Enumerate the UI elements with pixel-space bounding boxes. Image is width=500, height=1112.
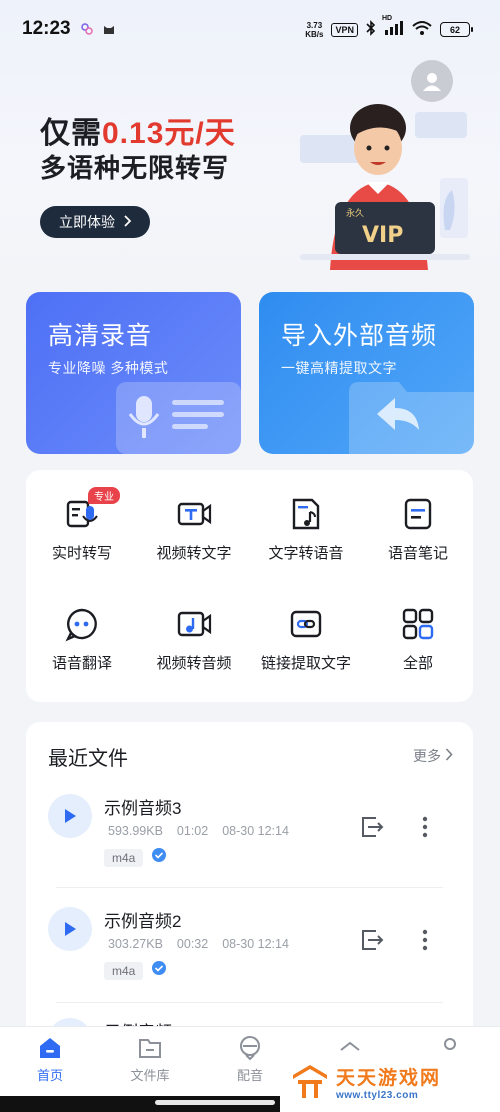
file-date: 08-30 12:14 <box>222 937 289 951</box>
file-date: 08-30 12:14 <box>222 824 289 838</box>
play-icon <box>65 922 76 936</box>
tools-grid: 专业 实时转写 视频转文字 文字转语音 语音笔记 语音翻译 视频转音频 链接提取… <box>26 470 473 702</box>
import-folder-icon <box>349 382 474 454</box>
video-to-text-icon <box>176 496 212 532</box>
file-name: 示例音频3 <box>104 799 182 818</box>
recent-files-section: 最近文件 更多 示例音频3 593.99KB 01:02 08-30 12:14… <box>26 722 473 1042</box>
more-link[interactable]: 更多 <box>413 746 453 766</box>
pro-badge: 专业 <box>88 487 120 504</box>
file-size: 303.27KB <box>108 937 163 951</box>
nav-home[interactable]: 首页 <box>15 1035 85 1084</box>
import-audio-card[interactable]: 导入外部音频 一键高精提取文字 <box>259 292 474 454</box>
tool-video-to-text[interactable]: 视频转文字 <box>138 470 250 562</box>
file-format-tag: m4a <box>104 848 144 867</box>
play-icon <box>65 809 76 823</box>
try-now-button[interactable]: 立即体验 <box>40 206 150 238</box>
video-to-audio-icon <box>176 606 212 642</box>
watermark-url: www.ttyl23.com <box>336 1090 419 1101</box>
svg-text:永久: 永久 <box>346 207 364 219</box>
file-meta: 593.99KB 01:02 08-30 12:14 <box>108 824 289 838</box>
promo-headline: 仅需0.13元/天 <box>40 117 236 150</box>
app-notification-icon <box>80 22 94 36</box>
text-to-speech-icon <box>288 496 324 532</box>
vip-illustration: 永久 VIP <box>290 90 500 270</box>
tool-link-extract[interactable]: 链接提取文字 <box>250 580 362 672</box>
link-extract-icon <box>288 606 324 642</box>
promo-banner[interactable]: 12:23 3.73 KB/s VPN HD 62 仅需0.13元/天 多语种无… <box>0 0 500 290</box>
voice-translate-icon <box>64 606 100 642</box>
file-meta: 303.27KB 00:32 08-30 12:14 <box>108 937 289 951</box>
bluetooth-icon <box>366 20 376 39</box>
microphone-icon <box>116 382 241 454</box>
file-name: 示例音频2 <box>104 912 182 931</box>
file-duration: 01:02 <box>176 824 209 838</box>
divider <box>56 1002 443 1003</box>
network-speed: 3.73 KB/s <box>305 20 324 39</box>
dubbing-icon <box>240 1036 260 1061</box>
tool-realtime-transcribe[interactable]: 专业 实时转写 <box>26 470 138 562</box>
tool-text-to-speech[interactable]: 文字转语音 <box>250 470 362 562</box>
more-vertical-icon[interactable] <box>422 929 428 951</box>
vpn-badge: VPN <box>331 22 358 37</box>
grid-all-icon <box>400 606 436 642</box>
play-button[interactable] <box>48 794 92 838</box>
voice-note-icon <box>400 496 436 532</box>
nav-dubbing[interactable]: 配音 <box>215 1035 285 1084</box>
more-vertical-icon[interactable] <box>422 816 428 838</box>
cloud-synced-icon <box>151 848 167 867</box>
record-card-subtitle: 专业降噪 多种模式 <box>48 360 169 376</box>
tool-voice-translate[interactable]: 语音翻译 <box>26 580 138 672</box>
svg-text:VIP: VIP <box>362 223 403 248</box>
realtime-transcribe-icon: 专业 <box>64 487 120 532</box>
watermark-name: 天天游戏网 <box>336 1068 442 1089</box>
chevron-right-icon <box>445 748 453 764</box>
record-card-title: 高清录音 <box>48 322 153 350</box>
folder-icon <box>139 1039 161 1058</box>
export-icon[interactable] <box>360 816 384 838</box>
file-duration: 00:32 <box>176 937 209 951</box>
cat-app-icon <box>102 22 116 36</box>
status-time: 12:23 <box>22 18 71 39</box>
promo-subheadline: 多语种无限转写 <box>40 153 230 183</box>
play-button[interactable] <box>48 907 92 951</box>
recent-files-title: 最近文件 <box>48 748 128 770</box>
file-size: 593.99KB <box>108 824 163 838</box>
import-card-title: 导入外部音频 <box>281 322 438 350</box>
hd-record-card[interactable]: 高清录音 专业降噪 多种模式 <box>26 292 241 454</box>
nav-file-library[interactable]: 文件库 <box>115 1035 185 1084</box>
export-icon[interactable] <box>360 929 384 951</box>
chevron-right-icon <box>123 214 132 230</box>
notification-icons <box>80 22 116 36</box>
tool-voice-note[interactable]: 语音笔记 <box>362 470 474 562</box>
file-format-tag: m4a <box>104 961 144 980</box>
divider <box>56 887 443 888</box>
promo-price: 0.13元/天 <box>102 117 236 150</box>
status-bar: 12:23 3.73 KB/s VPN HD 62 <box>0 14 500 46</box>
import-card-subtitle: 一键高精提取文字 <box>281 360 397 376</box>
watermark-logo-icon <box>293 1065 327 1098</box>
tool-video-to-audio[interactable]: 视频转音频 <box>138 580 250 672</box>
battery-indicator: 62 <box>440 22 473 37</box>
status-indicators: 3.73 KB/s VPN HD 62 <box>305 15 473 39</box>
file-row[interactable]: 示例音频2 303.27KB 00:32 08-30 12:14 m4a <box>26 907 473 1017</box>
home-icon <box>40 1038 60 1058</box>
tool-all[interactable]: 全部 <box>362 580 474 672</box>
signal-icon: HD <box>382 15 404 38</box>
watermark: 天天游戏网 www.ttyl23.com <box>290 1052 500 1112</box>
user-icon <box>423 73 441 91</box>
wifi-icon <box>412 20 432 39</box>
home-indicator[interactable] <box>155 1100 275 1105</box>
cloud-synced-icon <box>151 961 167 980</box>
